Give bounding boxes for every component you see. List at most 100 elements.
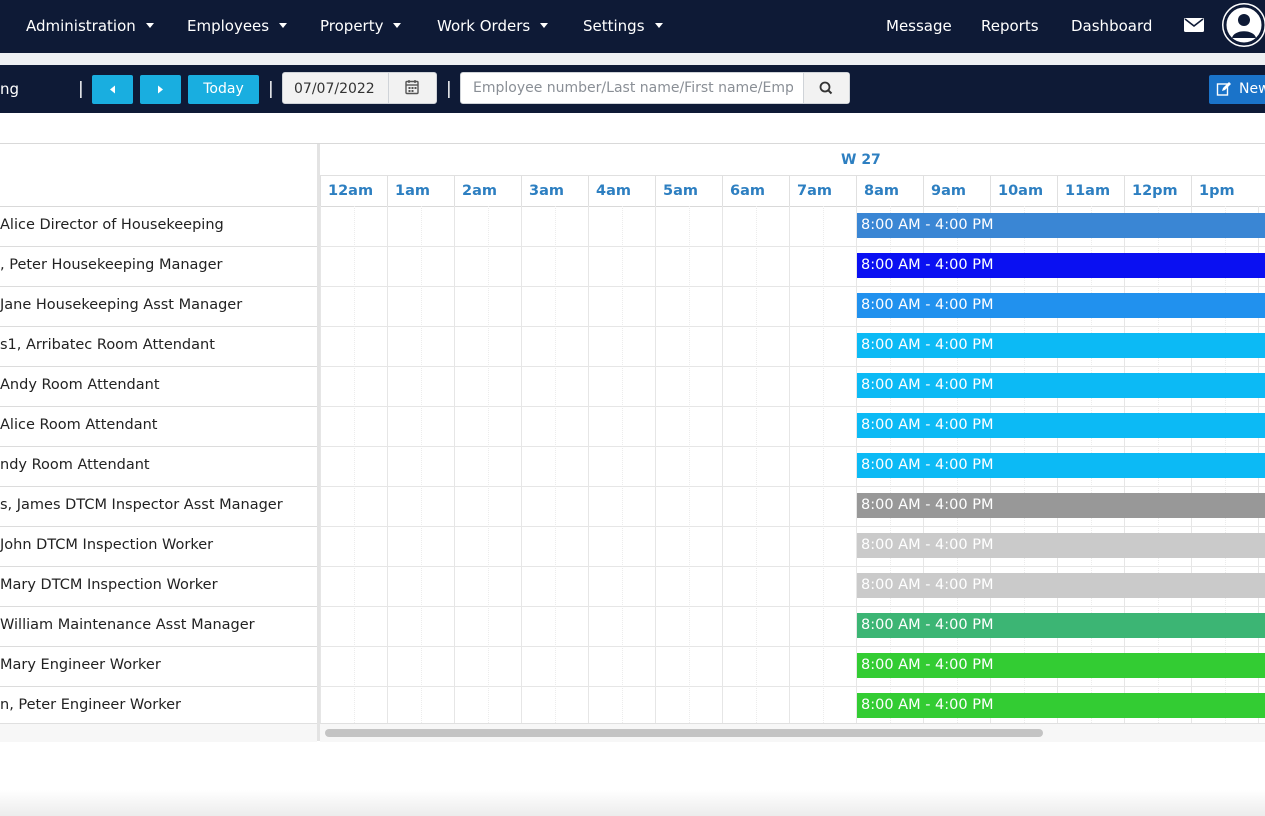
week-label: W 27 bbox=[841, 152, 881, 168]
hour-column-header: 1am bbox=[387, 176, 454, 206]
employee-row[interactable]: ndy Room Attendant bbox=[0, 447, 317, 487]
employee-row[interactable]: Mary DTCM Inspection Worker bbox=[0, 567, 317, 607]
resource-footer bbox=[0, 723, 317, 742]
shift-event[interactable]: 8:00 AM - 4:00 PM bbox=[857, 613, 1265, 638]
calendar-icon bbox=[405, 80, 419, 95]
hour-column-header: 3am bbox=[521, 176, 588, 206]
row-gridline bbox=[320, 686, 1265, 687]
shift-event[interactable]: 8:00 AM - 4:00 PM bbox=[857, 293, 1265, 318]
hour-label: 12pm bbox=[1132, 183, 1178, 199]
nav-link-dashboard[interactable]: Dashboard bbox=[1071, 0, 1152, 53]
hour-label: 2am bbox=[462, 183, 497, 199]
row-gridline bbox=[320, 526, 1265, 527]
edit-icon bbox=[1216, 82, 1231, 96]
employee-name: Jane Housekeeping Asst Manager bbox=[0, 297, 243, 313]
hour-label: 9am bbox=[931, 183, 966, 199]
hour-label: 4am bbox=[596, 183, 631, 199]
employee-name: Alice Room Attendant bbox=[0, 417, 158, 433]
shift-event[interactable]: 8:00 AM - 4:00 PM bbox=[857, 573, 1265, 598]
employee-name: Mary DTCM Inspection Worker bbox=[0, 577, 218, 593]
chevron-down-icon bbox=[393, 23, 402, 28]
chevron-down-icon bbox=[279, 23, 288, 28]
shift-event[interactable]: 8:00 AM - 4:00 PM bbox=[857, 533, 1265, 558]
hour-label: 10am bbox=[998, 183, 1044, 199]
calendar-button[interactable] bbox=[388, 73, 436, 103]
hour-column-header: 1pm bbox=[1191, 176, 1258, 206]
shift-event[interactable]: 8:00 AM - 4:00 PM bbox=[857, 653, 1265, 678]
user-circle-icon bbox=[1223, 4, 1265, 46]
employee-row[interactable]: John DTCM Inspection Worker bbox=[0, 527, 317, 567]
toolbar-divider: | bbox=[446, 79, 452, 99]
search-button[interactable] bbox=[803, 73, 849, 103]
row-gridline bbox=[320, 606, 1265, 607]
hour-label: 7am bbox=[797, 183, 832, 199]
nav-menu-settings[interactable]: Settings bbox=[583, 0, 663, 53]
employee-row[interactable]: Alice Director of Housekeeping bbox=[0, 207, 317, 247]
new-button[interactable]: New bbox=[1209, 75, 1265, 104]
row-gridline bbox=[320, 646, 1265, 647]
toolbar-divider: | bbox=[78, 79, 84, 99]
chevron-down-icon bbox=[145, 23, 154, 28]
hour-label: 1am bbox=[395, 183, 430, 199]
employee-name: William Maintenance Asst Manager bbox=[0, 617, 255, 633]
user-avatar[interactable] bbox=[1222, 3, 1265, 47]
employee-row[interactable]: n, Peter Engineer Worker bbox=[0, 687, 317, 727]
hour-column-header: 9am bbox=[923, 176, 990, 206]
previous-button[interactable] bbox=[92, 75, 133, 104]
page-title: ng bbox=[0, 80, 20, 98]
horizontal-scrollbar[interactable] bbox=[320, 723, 1265, 742]
employee-row[interactable]: s, James DTCM Inspector Asst Manager bbox=[0, 487, 317, 527]
shift-event[interactable]: 8:00 AM - 4:00 PM bbox=[857, 693, 1265, 718]
shift-event[interactable]: 8:00 AM - 4:00 PM bbox=[857, 453, 1265, 478]
today-button[interactable]: Today bbox=[188, 75, 259, 104]
employee-name: , Peter Housekeeping Manager bbox=[0, 257, 223, 273]
employee-name: Alice Director of Housekeeping bbox=[0, 217, 224, 233]
hour-label: 6am bbox=[730, 183, 765, 199]
nav-menu-administration[interactable]: Administration bbox=[26, 0, 154, 53]
employee-search bbox=[460, 72, 850, 104]
nav-menu-work-orders[interactable]: Work Orders bbox=[437, 0, 549, 53]
nav-menu-label: Administration bbox=[26, 17, 136, 35]
hour-column-header: 12pm bbox=[1124, 176, 1191, 206]
shift-event[interactable]: 8:00 AM - 4:00 PM bbox=[857, 253, 1265, 278]
employee-row[interactable]: , Peter Housekeeping Manager bbox=[0, 247, 317, 287]
hour-label: 8am bbox=[864, 183, 899, 199]
row-gridline bbox=[320, 486, 1265, 487]
scheduler: Alice Director of Housekeeping , Peter Ho… bbox=[0, 143, 1265, 742]
row-gridline bbox=[320, 446, 1265, 447]
employee-row[interactable]: Alice Room Attendant bbox=[0, 407, 317, 447]
shift-event[interactable]: 8:00 AM - 4:00 PM bbox=[857, 213, 1265, 238]
employee-row[interactable]: William Maintenance Asst Manager bbox=[0, 607, 317, 647]
employee-name: s1, Arribatec Room Attendant bbox=[0, 337, 215, 353]
nav-menu-label: Work Orders bbox=[437, 17, 531, 35]
employee-row[interactable]: s1, Arribatec Room Attendant bbox=[0, 327, 317, 367]
employee-name: Andy Room Attendant bbox=[0, 377, 160, 393]
shift-event[interactable]: 8:00 AM - 4:00 PM bbox=[857, 333, 1265, 358]
envelope-icon[interactable] bbox=[1184, 17, 1204, 33]
hour-label: 1pm bbox=[1199, 183, 1235, 199]
employee-row[interactable]: Mary Engineer Worker bbox=[0, 647, 317, 687]
row-gridline bbox=[320, 246, 1265, 247]
next-button[interactable] bbox=[140, 75, 181, 104]
nav-link-message[interactable]: Message bbox=[886, 0, 952, 53]
shift-event[interactable]: 8:00 AM - 4:00 PM bbox=[857, 413, 1265, 438]
nav-menu-employees[interactable]: Employees bbox=[187, 0, 288, 53]
magnifier-icon bbox=[819, 81, 833, 95]
date-picker[interactable]: 07/07/2022 bbox=[282, 72, 437, 104]
hour-label: 12am bbox=[328, 183, 374, 199]
new-button-label: New bbox=[1239, 81, 1265, 97]
nav-menu-property[interactable]: Property bbox=[320, 0, 402, 53]
hour-label: 11am bbox=[1065, 183, 1111, 199]
hour-column-header: 8am bbox=[856, 176, 923, 206]
employee-search-input[interactable] bbox=[461, 73, 805, 103]
nav-link-reports[interactable]: Reports bbox=[981, 0, 1039, 53]
scrollbar-thumb[interactable] bbox=[325, 729, 1043, 737]
employee-row[interactable]: Andy Room Attendant bbox=[0, 367, 317, 407]
shift-event[interactable]: 8:00 AM - 4:00 PM bbox=[857, 493, 1265, 518]
employee-name: s, James DTCM Inspector Asst Manager bbox=[0, 497, 283, 513]
employee-row[interactable]: Jane Housekeeping Asst Manager bbox=[0, 287, 317, 327]
caret-left-icon bbox=[110, 85, 115, 94]
row-gridline bbox=[320, 406, 1265, 407]
shift-event[interactable]: 8:00 AM - 4:00 PM bbox=[857, 373, 1265, 398]
nav-menu-label: Settings bbox=[583, 17, 645, 35]
